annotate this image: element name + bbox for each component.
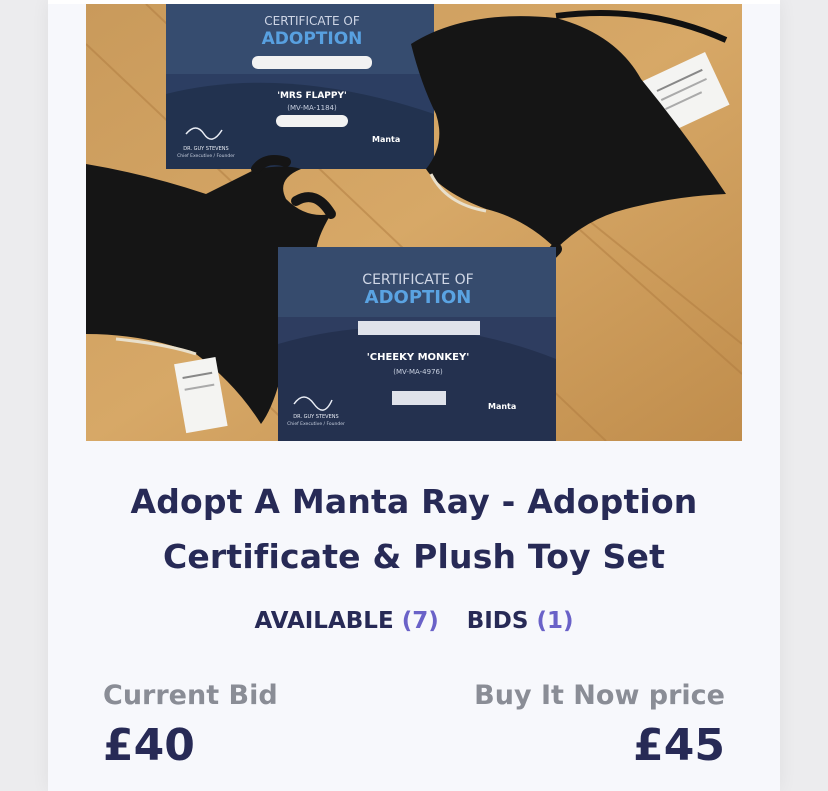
listing-stats: AVAILABLE (7) BIDS (1) (48, 608, 780, 634)
listing-title: Adopt A Manta Ray - Adoption Certificate… (48, 474, 780, 584)
bids-label: BIDS (466, 608, 529, 634)
listing-title-line-1: Adopt A Manta Ray - Adoption (130, 482, 698, 521)
cert1-logo: Manta (372, 135, 400, 144)
cert1-code: (MV-MA-1184) (287, 104, 337, 112)
available-label: AVAILABLE (254, 608, 394, 634)
cert2-code: (MV-MA-4976) (393, 368, 443, 376)
buy-now-label: Buy It Now price (474, 680, 725, 711)
current-bid-label: Current Bid (103, 680, 278, 711)
cert1-subheading: ADOPTION (262, 29, 363, 49)
bids-count: (1) (536, 608, 574, 634)
listing-photo[interactable]: CERTIFICATE OF ADOPTION 'MRS FLAPPY' (MV… (86, 4, 742, 441)
cert1-blank-field (252, 56, 372, 69)
cert2-signer-role: Chief Executive / Founder (287, 421, 345, 427)
cert1-name: 'MRS FLAPPY' (277, 91, 347, 101)
cert2-blank-field (358, 321, 480, 335)
certificate-2: CERTIFICATE OF ADOPTION 'CHEEKY MONKEY' … (278, 247, 556, 441)
bids-stat[interactable]: BIDS (1) (467, 608, 574, 634)
cert2-subheading: ADOPTION (365, 287, 472, 308)
cert2-logo: Manta (488, 402, 516, 411)
available-stat[interactable]: AVAILABLE (7) (254, 608, 438, 634)
listing-card: CERTIFICATE OF ADOPTION 'MRS FLAPPY' (MV… (48, 0, 780, 791)
cert2-date-field (392, 391, 446, 405)
cert1-signer-role: Chief Executive / Founder (177, 153, 235, 159)
certificate-1: CERTIFICATE OF ADOPTION 'MRS FLAPPY' (MV… (166, 4, 434, 169)
photo-illustration: CERTIFICATE OF ADOPTION 'MRS FLAPPY' (MV… (86, 4, 742, 441)
cert2-signer: DR. GUY STEVENS (293, 414, 338, 420)
available-count: (7) (401, 608, 439, 634)
cert1-heading: CERTIFICATE OF (264, 14, 360, 28)
listing-title-line-2: Certificate & Plush Toy Set (162, 537, 666, 576)
current-bid-value: £40 (103, 720, 195, 771)
cert1-signer: DR. GUY STEVENS (183, 146, 228, 152)
cert2-heading: CERTIFICATE OF (362, 272, 473, 288)
cert1-date-field (276, 115, 348, 127)
buy-now-value[interactable]: £45 (633, 720, 725, 771)
cert2-name: 'CHEEKY MONKEY' (367, 352, 470, 363)
